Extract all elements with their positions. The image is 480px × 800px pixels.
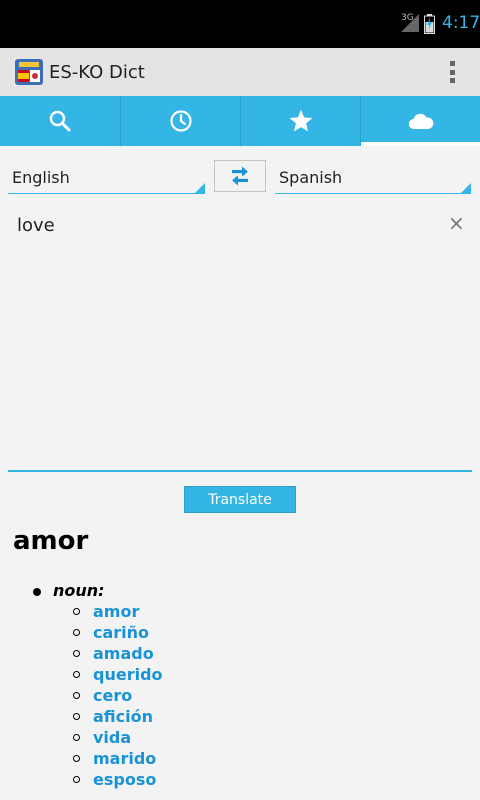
meaning-link[interactable]: afición (93, 707, 153, 726)
tab-search[interactable] (0, 96, 120, 146)
meaning-link[interactable]: cero (93, 686, 132, 705)
meaning-link[interactable]: amor (93, 602, 139, 621)
translate-button[interactable]: Translate (184, 486, 296, 513)
swap-languages-button[interactable] (214, 160, 266, 192)
signal-icon (401, 14, 419, 32)
clock-icon (169, 110, 192, 132)
circle-bullet-icon (73, 650, 80, 657)
meaning-item: querido (73, 665, 453, 686)
meaning-link[interactable]: cariño (93, 623, 149, 642)
circle-bullet-icon (73, 776, 80, 783)
target-language-label: Spanish (279, 168, 343, 187)
app-title: ES-KO Dict (49, 62, 145, 83)
source-language-select[interactable]: English (8, 158, 205, 194)
meaning-link[interactable]: esposo (93, 770, 156, 789)
tab-history[interactable] (120, 96, 240, 146)
status-bar: 3G 4:17 (0, 0, 480, 48)
dropdown-corner-icon (195, 183, 205, 193)
circle-bullet-icon (73, 629, 80, 636)
meaning-list: amor cariño amado querido cero afición v… (73, 602, 453, 791)
cloud-icon (408, 113, 433, 130)
source-text-value: love (17, 215, 55, 236)
source-text-input[interactable]: love × (8, 206, 472, 472)
part-of-speech-label: noun: (53, 581, 105, 600)
meaning-item: amor (73, 602, 453, 623)
tab-bar (0, 96, 480, 146)
search-icon (49, 110, 71, 132)
battery-icon (424, 14, 435, 34)
overflow-dot-icon (449, 61, 455, 66)
clock: 4:17 (442, 13, 480, 33)
circle-bullet-icon (73, 671, 80, 678)
swap-arrows-icon (232, 166, 248, 186)
meaning-item: afición (73, 707, 453, 728)
meaning-item: marido (73, 749, 453, 770)
dropdown-corner-icon (461, 183, 471, 193)
target-language-select[interactable]: Spanish (275, 158, 471, 194)
tab-favorites[interactable] (240, 96, 360, 146)
source-language-label: English (12, 168, 70, 187)
meaning-link[interactable]: amado (93, 644, 154, 663)
result-headword: amor (13, 526, 89, 556)
circle-bullet-icon (73, 755, 80, 762)
app-logo-icon (15, 59, 43, 85)
meaning-link[interactable]: vida (93, 728, 131, 747)
meaning-item: esposo (73, 770, 453, 791)
star-icon (289, 109, 312, 132)
action-bar: ES-KO Dict (0, 48, 480, 97)
meaning-item: vida (73, 728, 453, 749)
circle-bullet-icon (73, 692, 80, 699)
meaning-link[interactable]: marido (93, 749, 156, 768)
circle-bullet-icon (73, 608, 80, 615)
tab-online[interactable] (360, 96, 480, 146)
bullet-icon (33, 588, 41, 596)
circle-bullet-icon (73, 734, 80, 741)
meaning-item: amado (73, 644, 453, 665)
meaning-item: cariño (73, 623, 453, 644)
clear-input-button[interactable]: × (448, 213, 465, 233)
meaning-link[interactable]: querido (93, 665, 163, 684)
overflow-dot-icon (449, 69, 455, 75)
meaning-item: cero (73, 686, 453, 707)
overflow-menu-button[interactable] (442, 60, 462, 84)
overflow-dot-icon (449, 78, 455, 83)
circle-bullet-icon (73, 713, 80, 720)
